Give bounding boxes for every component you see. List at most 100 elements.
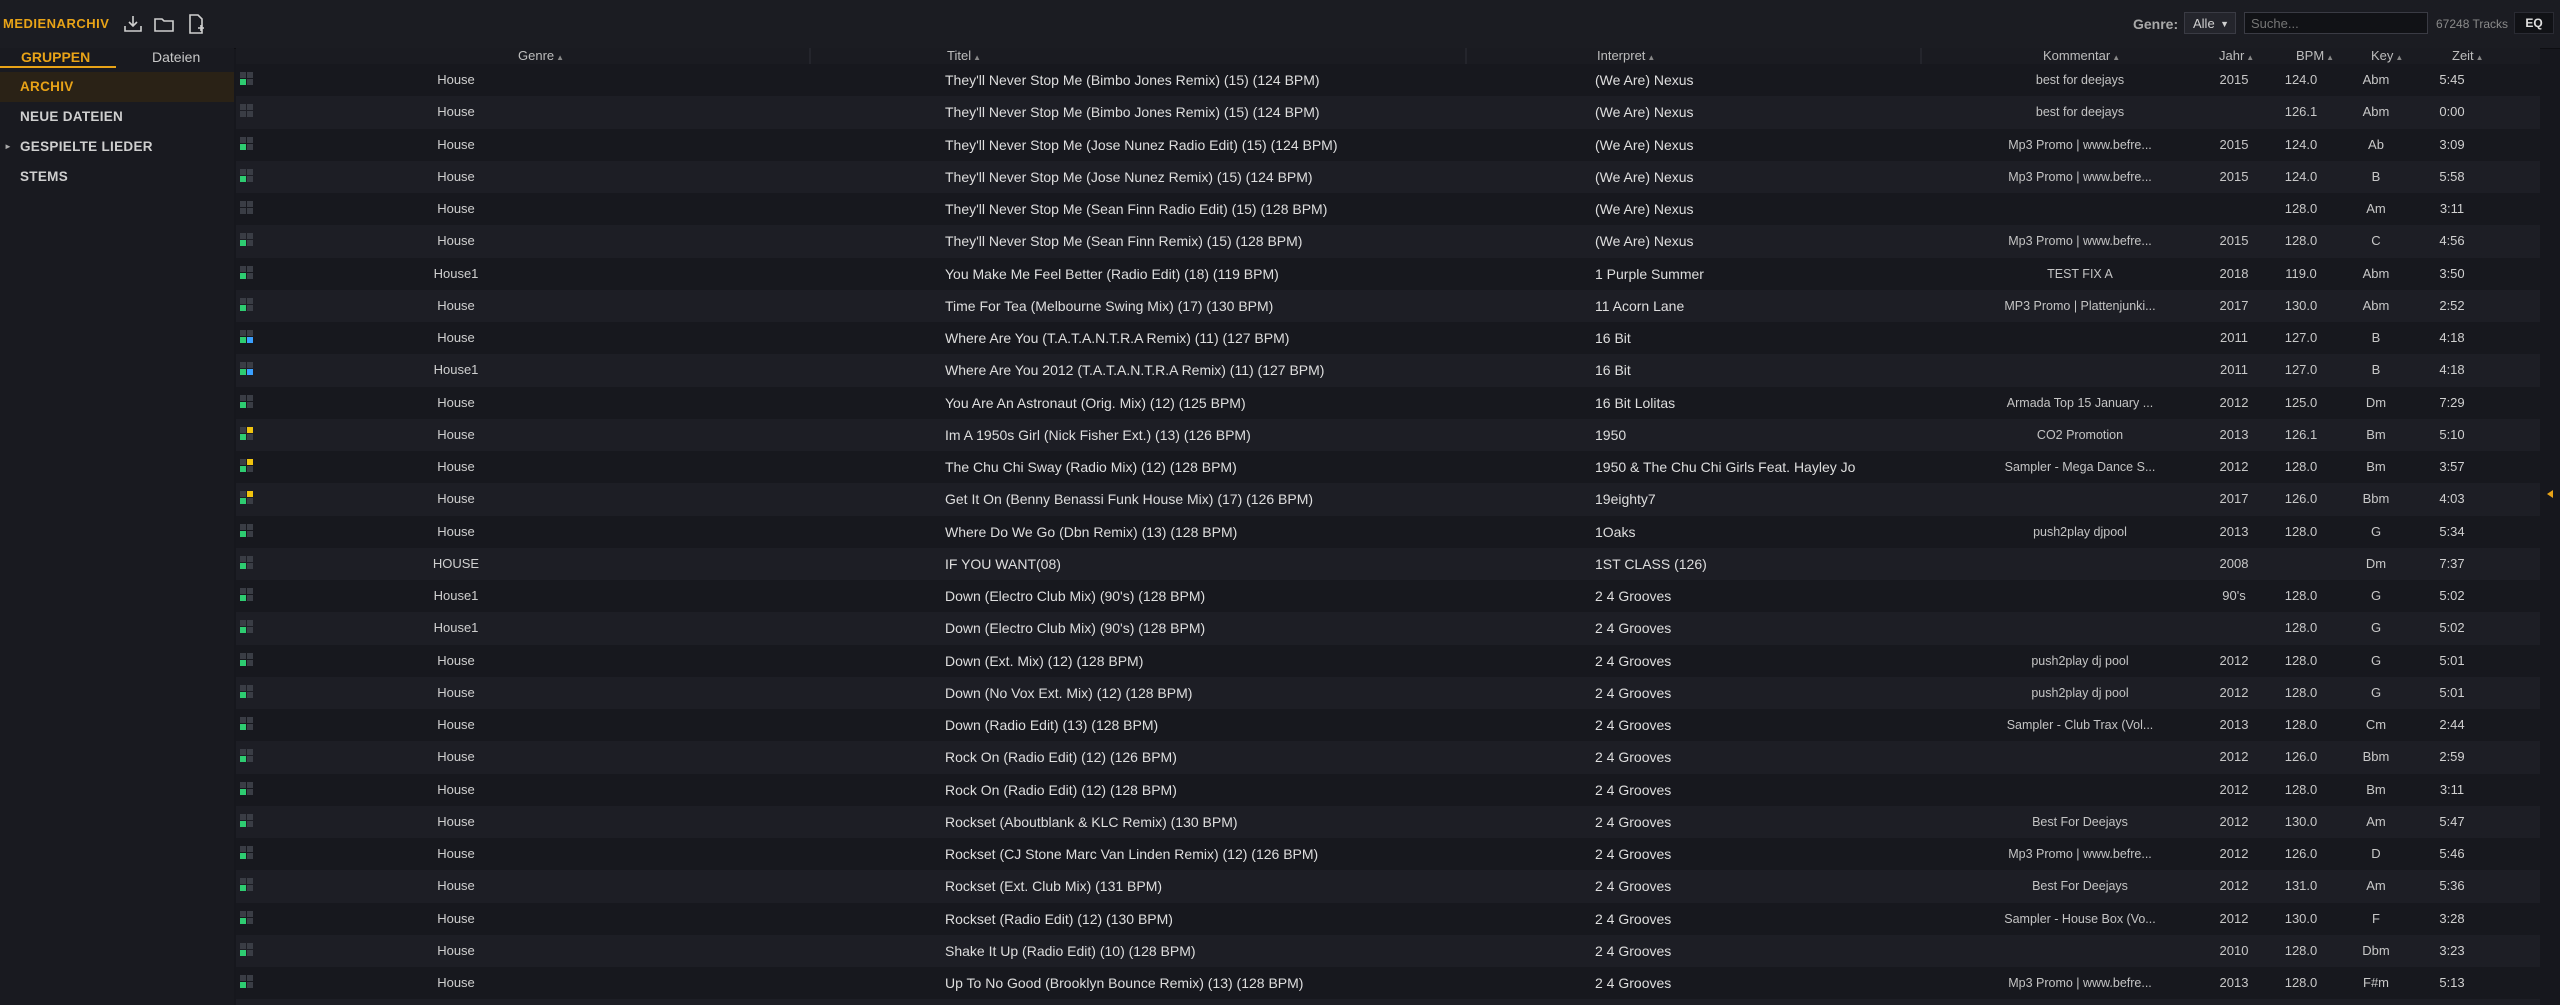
table-row[interactable]: House Down (Ext. Mix) (12) (128 BPM) 2 4 G…	[236, 644, 2540, 677]
column-header-artist[interactable]: Interpret ▲	[1597, 48, 1655, 64]
playhead-marker-icon[interactable]	[2547, 490, 2553, 498]
status-dot	[240, 749, 246, 756]
cell-year: 2012	[2219, 813, 2249, 829]
table-row[interactable]: House The Chu Chi Sway (Radio Mix) (12) (…	[236, 451, 2540, 484]
cell-key: Bbm	[2362, 491, 2390, 507]
cell-comment: Sampler - Club Trax (Vol...	[2006, 718, 2154, 732]
cell-time: 5:58	[2439, 168, 2465, 184]
sidebar-item-stems[interactable]: STEMS	[0, 162, 234, 192]
column-header-title[interactable]: Titel ▲	[947, 48, 981, 64]
table-row[interactable]: House1 Down (Electro Club Mix) (90's) (12…	[236, 612, 2540, 645]
status-dot	[240, 691, 246, 698]
table-row[interactable]: House Where Do We Go (Dbn Remix) (13) (12…	[236, 515, 2540, 548]
expand-arrow-icon[interactable]: ►	[4, 132, 12, 162]
sort-arrow-icon: ▲	[1647, 53, 1656, 62]
table-row[interactable]: House1 You Make Me Feel Better (Radio Edi…	[236, 257, 2540, 290]
table-row[interactable]: House Rock On (Radio Edit) (12) (128 BPM)…	[236, 773, 2540, 806]
table-row[interactable]: House They'll Never Stop Me (Jose Nunez R…	[236, 128, 2540, 161]
cell-bpm: 128.0	[2266, 999, 2336, 1005]
cell-title: They'll Never Stop Me (Sean Finn Radio E…	[945, 201, 1328, 217]
column-divider[interactable]	[1465, 48, 1467, 64]
column-header-genre[interactable]: Genre ▲	[518, 48, 564, 64]
table-row[interactable]: House They'll Never Stop Me (Sean Finn Re…	[236, 225, 2540, 258]
cell-comment: Mp3 Promo | www.befre...	[2008, 169, 2152, 184]
track-status-icon	[240, 555, 258, 572]
status-dot	[240, 523, 246, 530]
sidebar-item-gespielte-lieder[interactable]: ► GESPIELTE LIEDER	[0, 132, 234, 162]
cell-bpm: 128.0	[2284, 684, 2318, 700]
table-row[interactable]: House Rockset (Ext. Club Mix) (131 BPM) 2 …	[236, 870, 2540, 903]
table-row[interactable]: House Rock On (Radio Edit) (12) (126 BPM)…	[236, 741, 2540, 774]
table-row[interactable]: House Get It On (Benny Benassi Funk House…	[236, 483, 2540, 516]
status-dot	[240, 136, 246, 143]
table-row[interactable]: House They'll Never Stop Me (Bimbo Jones …	[236, 64, 2540, 97]
cell-artist: 2 4 Grooves	[1595, 620, 1672, 637]
table-row[interactable]: House Rockset (CJ Stone Marc Van Linden R…	[236, 838, 2540, 871]
status-dot	[240, 369, 246, 376]
cell-year: 2015	[2219, 168, 2249, 184]
column-header-key[interactable]: Key ▲	[2371, 48, 2403, 64]
table-row[interactable]: HOUSE IF YOU WANT(08) 1ST CLASS (126) 2008 D…	[236, 547, 2540, 580]
status-dot	[240, 265, 246, 272]
cell-time: 3:57	[2439, 459, 2465, 474]
column-header-bpm[interactable]: BPM ▲	[2296, 48, 2334, 64]
cell-bpm: 126.0	[2284, 749, 2318, 765]
status-dot	[240, 684, 246, 691]
table-row[interactable]: House1 Where Are You 2012 (T.A.T.A.N.T.R.…	[236, 354, 2540, 387]
cell-year: 2012	[2219, 781, 2249, 797]
status-dot	[240, 555, 246, 562]
table-row[interactable]: House They'll Never Stop Me (Sean Finn Ra…	[236, 193, 2540, 226]
cell-bpm: 128.0	[2284, 459, 2318, 474]
cell-artist: 2 4 Grooves	[1595, 846, 1672, 862]
table-row[interactable]: House You Are An Astronaut (Orig. Mix) (1…	[236, 386, 2540, 419]
cell-genre: House1	[433, 265, 479, 281]
status-dot	[240, 910, 246, 917]
cell-year: 2015	[2219, 233, 2249, 249]
cell-key: G	[2370, 620, 2382, 636]
table-row[interactable]: House1 Down (Electro Club Mix) (90's) (12…	[236, 580, 2540, 613]
table-row[interactable]: House Up To No Good (Radio Edit) (13) (12…	[236, 999, 2540, 1005]
cell-artist: 1Oaks	[1595, 523, 1636, 540]
status-dot	[240, 208, 246, 214]
table-row[interactable]: House Down (No Vox Ext. Mix) (12) (128 BP…	[236, 676, 2540, 709]
column-divider[interactable]	[809, 48, 811, 64]
table-row[interactable]: House They'll Never Stop Me (Bimbo Jones …	[236, 96, 2540, 129]
table-row[interactable]: House They'll Never Stop Me (Jose Nunez R…	[236, 160, 2540, 193]
cell-year: 2012	[2219, 878, 2249, 894]
cell-key: Dm	[2365, 555, 2387, 571]
cell-title: Up To No Good (Radio Edit) (13) (128 BPM…	[945, 999, 1565, 1005]
genre-filter-select[interactable]: Alle ▼	[2184, 12, 2236, 34]
status-dot	[247, 401, 253, 408]
import-icon[interactable]	[120, 11, 146, 37]
new-file-icon[interactable]	[183, 11, 209, 37]
cell-bpm: 128.0	[2284, 523, 2318, 539]
column-divider[interactable]	[1920, 48, 1922, 64]
table-row[interactable]: House Time For Tea (Melbourne Swing Mix) …	[236, 289, 2540, 322]
table-row[interactable]: House Down (Radio Edit) (13) (128 BPM) 2 4…	[236, 709, 2540, 742]
tab-dateien[interactable]: Dateien	[152, 48, 200, 68]
table-row[interactable]: House Up To No Good (Brooklyn Bounce Remi…	[236, 967, 2540, 1000]
cell-genre: House	[437, 813, 475, 829]
cell-genre: House	[437, 297, 475, 313]
cell-comment: push2play dj pool	[2031, 685, 2129, 700]
table-row[interactable]: House Shake It Up (Radio Edit) (10) (128 …	[236, 934, 2540, 967]
status-dot	[240, 878, 246, 885]
status-dot	[240, 846, 246, 852]
folder-icon[interactable]	[151, 11, 177, 37]
table-row[interactable]: House Rockset (Aboutblank & KLC Remix) (1…	[236, 805, 2540, 838]
table-row[interactable]: House Rockset (Radio Edit) (12) (130 BPM)…	[236, 902, 2540, 935]
column-header-time[interactable]: Zeit ▲	[2452, 48, 2484, 64]
search-input[interactable]	[2244, 12, 2428, 34]
sidebar-item-neue-dateien[interactable]: NEUE DATEIEN	[0, 102, 234, 132]
table-row[interactable]: House Im A 1950s Girl (Nick Fisher Ext.) …	[236, 418, 2540, 451]
sidebar-item-archiv[interactable]: ARCHIV	[0, 72, 234, 102]
cell-year: 2012	[2219, 846, 2249, 861]
status-dot	[247, 853, 253, 859]
table-row[interactable]: House Where Are You (T.A.T.A.N.T.R.A Remi…	[236, 322, 2540, 355]
cell-genre: House	[437, 394, 475, 410]
column-header-comment[interactable]: Kommentar ▲	[2043, 48, 2120, 64]
cell-artist: 19eighty7	[1595, 491, 1656, 508]
eq-button[interactable]: EQ	[2514, 12, 2554, 34]
tab-gruppen[interactable]: GRUPPEN	[0, 48, 116, 68]
column-header-year[interactable]: Jahr ▲	[2219, 48, 2254, 64]
